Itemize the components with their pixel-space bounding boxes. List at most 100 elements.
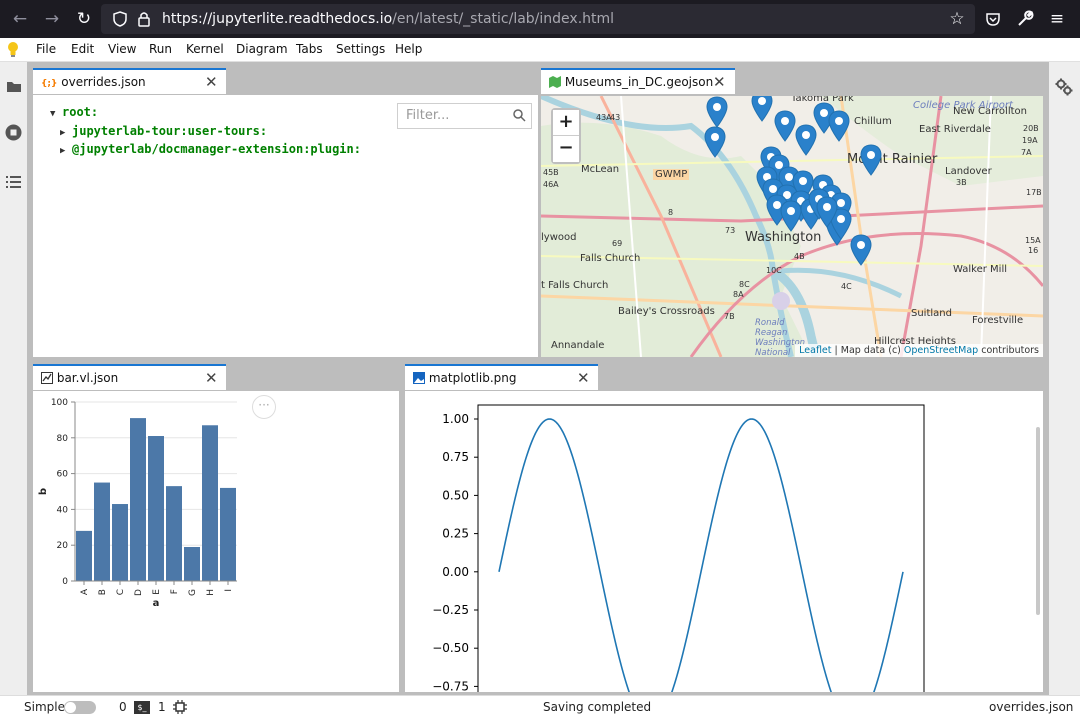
menu-help[interactable]: Help	[395, 42, 422, 56]
x-tick-label: A	[80, 588, 90, 595]
x-tick-label: B	[98, 589, 108, 595]
bar-chart-panel: 0 20 40 60 80 100 A B C D E F G H Ia b ···	[33, 391, 399, 692]
close-icon[interactable]: ✕	[205, 371, 218, 386]
y-tick-label: 60	[57, 470, 69, 480]
attribution-text: | Map data (c)	[831, 345, 904, 356]
y-tick-label: 100	[51, 398, 68, 408]
bar-tabbar: bar.vl.json ✕	[33, 364, 399, 391]
marker-pin-icon	[780, 200, 802, 232]
status-bar: Simple 0 $_ 1 Saving completed overrides…	[0, 695, 1080, 718]
attribution-text: contributors	[978, 345, 1039, 356]
jupyterlite-logo-icon	[8, 42, 18, 57]
menu-bar: File Edit View Run Kernel Diagram Tabs S…	[0, 38, 1080, 62]
y-tick-label: −0.25	[432, 603, 469, 617]
menu-diagram[interactable]: Diagram	[236, 42, 288, 56]
image-viewer: 1.00 0.75 0.50 0.25 0.00 −0.25 −0.50 −0.75	[405, 391, 1043, 692]
close-icon[interactable]: ✕	[577, 371, 590, 386]
pocket-icon[interactable]	[985, 11, 1001, 27]
shield-icon[interactable]	[112, 11, 128, 27]
caret-down-icon: ▼	[50, 109, 56, 119]
url-text[interactable]: https://jupyterlite.readthedocs.io/en/la…	[162, 11, 614, 27]
terminal-icon[interactable]: $_	[134, 701, 150, 714]
osm-link[interactable]: OpenStreetMap	[904, 345, 978, 356]
bar	[94, 482, 110, 581]
marker-pin-icon	[828, 110, 850, 142]
leaflet-link[interactable]: Leaflet	[799, 345, 831, 356]
menu-tabs[interactable]: Tabs	[296, 42, 323, 56]
x-axis-title: a	[153, 598, 160, 609]
menu-file[interactable]: File	[36, 42, 56, 56]
status-message: Saving completed	[543, 700, 652, 714]
simple-mode-toggle[interactable]	[64, 701, 96, 714]
menu-settings[interactable]: Settings	[336, 42, 385, 56]
url-bar[interactable]: https://jupyterlite.readthedocs.io/en/la…	[101, 4, 975, 34]
current-file: overrides.json	[989, 700, 1074, 714]
bar	[220, 487, 236, 581]
browser-toolbar: ← → ↻ https://jupyterlite.readthedocs.io…	[0, 0, 1080, 38]
overrides-tabbar: {;} overrides.json ✕	[33, 68, 533, 95]
bar	[76, 530, 92, 581]
y-tick-label: −0.50	[432, 641, 469, 655]
tab-matplotlib-png[interactable]: matplotlib.png ✕	[405, 364, 598, 390]
zoom-in-button[interactable]: +	[553, 110, 579, 136]
caret-right-icon: ▶	[60, 128, 66, 138]
menu-icon[interactable]: ≡	[1045, 7, 1069, 31]
right-sidebar	[1049, 62, 1080, 695]
zoom-out-button[interactable]: −	[553, 136, 579, 162]
y-tick-label: 0.75	[442, 450, 469, 464]
y-axis-title: b	[38, 488, 49, 495]
simple-mode-label: Simple	[24, 700, 65, 714]
y-tick-label: 80	[57, 434, 69, 444]
map-view[interactable]: Takoma Park Chillum College Park Airport…	[541, 96, 1043, 357]
bar	[148, 436, 164, 581]
x-tick-label: I	[224, 589, 234, 592]
running-sessions-icon[interactable]	[5, 124, 22, 141]
x-tick-label: G	[188, 589, 198, 596]
tree-item[interactable]: ▶ jupyterlab-tour:user-tours:	[60, 124, 267, 138]
kernels-count[interactable]: 1	[158, 700, 166, 714]
folder-icon[interactable]	[6, 80, 22, 93]
menu-kernel[interactable]: Kernel	[186, 42, 224, 56]
kernel-chip-icon[interactable]	[173, 700, 187, 714]
tree-item[interactable]: ▶ @jupyterlab/docmanager-extension:plugin…	[60, 142, 361, 156]
marker-pin-icon	[704, 126, 726, 158]
marker-pin-icon	[850, 234, 872, 266]
bar-chart: 0 20 40 60 80 100 A B C D E F G H Ia b	[38, 398, 237, 609]
back-icon[interactable]: ←	[8, 7, 32, 31]
caret-right-icon: ▶	[60, 146, 66, 156]
chart-actions-button[interactable]: ···	[252, 395, 276, 419]
close-icon[interactable]: ✕	[713, 75, 726, 90]
reload-icon[interactable]: ↻	[72, 7, 96, 31]
x-tick-label: E	[152, 589, 162, 595]
vega-chart-icon	[41, 372, 53, 384]
property-inspector-gears-icon[interactable]	[1055, 78, 1073, 96]
tab-overrides-json[interactable]: {;} overrides.json ✕	[33, 68, 226, 94]
scrollbar[interactable]	[1036, 427, 1040, 615]
bookmark-star-icon[interactable]: ☆	[945, 7, 969, 31]
tab-museums-geojson[interactable]: Museums_in_DC.geojson ✕	[541, 68, 735, 94]
terminals-count[interactable]: 0	[119, 700, 127, 714]
overrides-editor: ▼ root: ▶ jupyterlab-tour:user-tours: ▶ @ju…	[33, 95, 538, 357]
forward-icon[interactable]: →	[40, 7, 64, 31]
bar	[184, 546, 200, 581]
menu-edit[interactable]: Edit	[71, 42, 94, 56]
wrench-icon[interactable]	[1016, 10, 1034, 28]
map-tabbar: Museums_in_DC.geojson ✕	[541, 68, 1043, 95]
search-icon	[513, 109, 526, 122]
menu-view[interactable]: View	[108, 42, 136, 56]
bar	[166, 486, 182, 581]
sine-plot: 1.00 0.75 0.50 0.25 0.00 −0.25 −0.50 −0.75	[432, 404, 925, 692]
lock-icon[interactable]	[137, 10, 151, 28]
close-icon[interactable]: ✕	[205, 75, 218, 90]
filter-input[interactable]: Filter...	[397, 103, 532, 129]
table-of-contents-icon[interactable]	[6, 175, 21, 188]
marker-pin-icon	[751, 96, 773, 122]
tab-bar-vl-json[interactable]: bar.vl.json ✕	[33, 364, 226, 390]
y-tick-label: 0	[62, 577, 68, 587]
menu-run[interactable]: Run	[149, 42, 172, 56]
plot-frame	[477, 404, 925, 692]
y-tick-label: 40	[57, 505, 69, 515]
marker-pin-icon	[795, 124, 817, 156]
y-tick-label: −0.75	[432, 679, 469, 692]
tree-root[interactable]: ▼ root:	[50, 105, 98, 119]
